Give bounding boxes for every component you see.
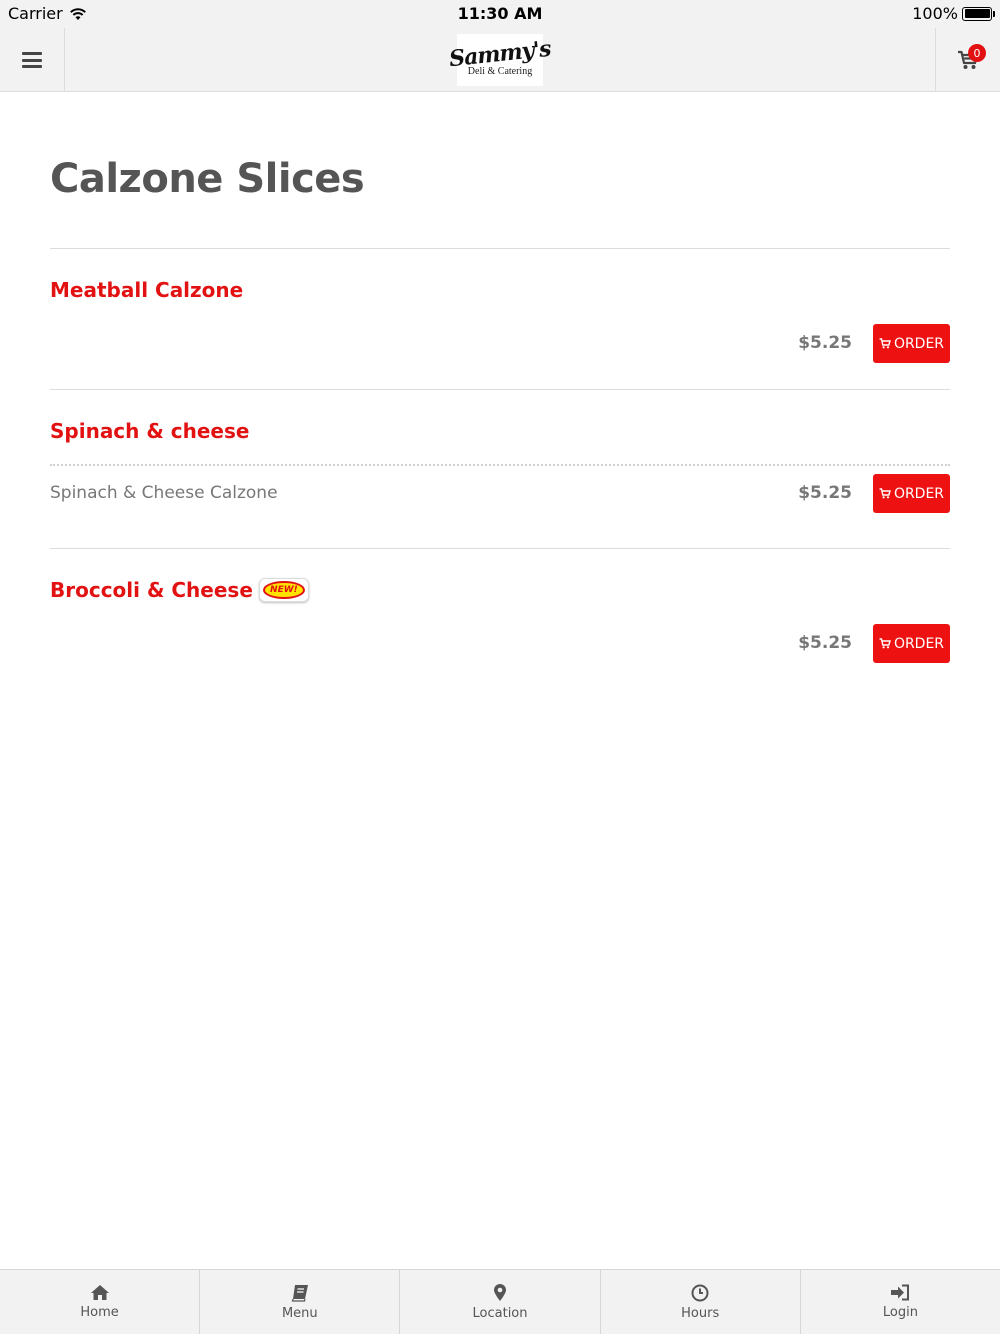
status-battery-group: 100%: [912, 4, 995, 23]
sign-in-icon: [891, 1284, 910, 1301]
tab-menu[interactable]: Menu: [200, 1270, 401, 1334]
tab-home[interactable]: Home: [0, 1270, 201, 1334]
order-button[interactable]: ORDER: [873, 624, 950, 663]
cart-icon: [879, 338, 891, 349]
menu-content: Calzone Slices Meatball Calzone $5.25 OR…: [50, 93, 950, 689]
order-button[interactable]: ORDER: [873, 324, 950, 363]
logo-wordmark: Sammy's: [448, 35, 552, 73]
menu-button[interactable]: [0, 28, 65, 92]
status-bar: Carrier 11:30 AM 100%: [0, 0, 1000, 28]
app-header: Sammy's Deli & Catering 0: [0, 28, 1000, 92]
home-icon: [90, 1285, 109, 1300]
item-name: Meatball Calzone: [50, 278, 243, 302]
tab-location[interactable]: Location: [400, 1270, 601, 1334]
tab-label: Hours: [681, 1305, 720, 1321]
battery-icon: [962, 6, 995, 21]
order-button-label: ORDER: [893, 635, 945, 652]
item-description: Spinach & Cheese Calzone: [50, 483, 278, 503]
tab-label: Location: [472, 1306, 528, 1321]
tab-label: Home: [80, 1305, 119, 1320]
menu-item: Broccoli & Cheese NEW! $5.25 ORDER: [50, 549, 950, 689]
new-badge-label: NEW!: [262, 581, 305, 599]
menu-item: Meatball Calzone $5.25 ORDER: [50, 249, 950, 390]
cart-icon: [879, 488, 891, 499]
status-time: 11:30 AM: [457, 4, 543, 23]
book-icon: [291, 1284, 308, 1302]
cart-button[interactable]: 0: [935, 28, 1000, 92]
item-name-text: Meatball Calzone: [50, 278, 244, 302]
order-button-label: ORDER: [893, 485, 945, 502]
tab-hours[interactable]: Hours: [601, 1270, 801, 1334]
tab-login[interactable]: Login: [801, 1270, 1000, 1334]
brand-logo[interactable]: Sammy's Deli & Catering: [448, 34, 552, 86]
cart-count-badge: 0: [968, 44, 986, 62]
tab-label: Login: [882, 1305, 918, 1320]
item-name-text: Spinach & cheese: [50, 419, 250, 443]
item-name: Spinach & cheese: [50, 419, 249, 443]
item-name-text: Broccoli & Cheese: [50, 578, 253, 602]
item-name: Broccoli & Cheese NEW!: [50, 578, 309, 602]
item-price: $5.25: [798, 483, 852, 503]
map-pin-icon: [494, 1284, 506, 1301]
dotted-divider: [50, 464, 950, 466]
new-badge: NEW!: [258, 578, 309, 602]
order-button[interactable]: ORDER: [873, 474, 950, 513]
battery-percent: 100%: [912, 4, 958, 23]
clock-icon: [691, 1284, 709, 1301]
hamburger-icon: [22, 52, 42, 68]
cart-icon: [879, 638, 891, 649]
bottom-tab-bar: Home Menu Location Hours Login: [0, 1269, 1000, 1334]
menu-item: Spinach & cheese Spinach & Cheese Calzon…: [50, 390, 950, 549]
tab-label: Menu: [281, 1305, 318, 1321]
page-title: Calzone Slices: [50, 156, 365, 202]
item-price: $5.25: [798, 333, 852, 353]
item-price: $5.25: [798, 633, 852, 653]
order-button-label: ORDER: [893, 335, 945, 352]
